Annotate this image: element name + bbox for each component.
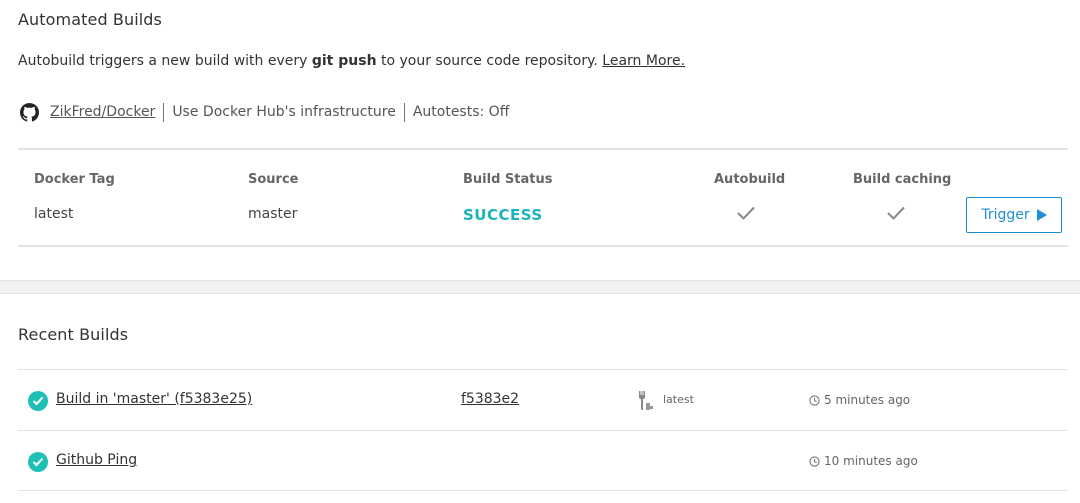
description-suffix: to your source code repository. [376,53,603,69]
build-status-value: SUCCESS [463,206,543,224]
header-source: Source [248,172,299,187]
description-prefix: Autobuild triggers a new build with ever… [18,53,312,69]
source-value: master [248,206,298,222]
build-time: 10 minutes ago [809,454,918,468]
trigger-label: Trigger [981,207,1030,223]
recent-builds-title: Recent Builds [18,325,129,344]
build-tag: latest [663,393,694,406]
build-name-link[interactable]: Github Ping [56,452,137,468]
autobuild-description: Autobuild triggers a new build with ever… [18,53,685,69]
build-time-label: 5 minutes ago [824,393,911,407]
autobuild-check-icon [737,206,755,220]
build-time-label: 10 minutes ago [824,454,918,468]
infrastructure-label: Use Docker Hub's infrastructure [172,104,396,120]
header-autobuild: Autobuild [714,172,786,187]
build-caching-check-icon [887,206,905,220]
recent-build-row: Github Ping 10 minutes ago [18,430,1068,491]
wrench-icon [639,391,653,410]
success-check-icon [28,391,48,411]
play-icon [1036,209,1047,221]
build-rules-table: Docker Tag Source Build Status Autobuild… [18,148,1068,247]
autotests-label: Autotests: Off [412,104,510,120]
build-name-link[interactable]: Build in 'master' (f5383e25) [56,391,252,407]
source-info-row: ZikFred/Docker Use Docker Hub's infrastr… [20,101,509,123]
clock-icon [809,394,820,406]
section-divider [0,280,1080,294]
learn-more-link[interactable]: Learn More. [602,53,685,69]
header-build-caching: Build caching [853,172,952,187]
repo-link[interactable]: ZikFred/Docker [50,104,155,120]
trigger-button[interactable]: Trigger [966,197,1062,233]
github-icon [20,102,39,122]
divider [163,102,165,122]
automated-builds-title: Automated Builds [18,10,162,29]
build-time: 5 minutes ago [809,393,910,407]
docker-tag-value: latest [34,206,74,222]
clock-icon [809,455,820,467]
recent-build-row: Build in 'master' (f5383e25) f5383e2 lat… [18,369,1068,430]
description-git-push: git push [311,53,377,69]
commit-link[interactable]: f5383e2 [461,391,519,407]
divider [403,102,405,122]
header-build-status: Build Status [463,172,553,187]
header-docker-tag: Docker Tag [34,172,115,187]
success-check-icon [28,452,48,472]
